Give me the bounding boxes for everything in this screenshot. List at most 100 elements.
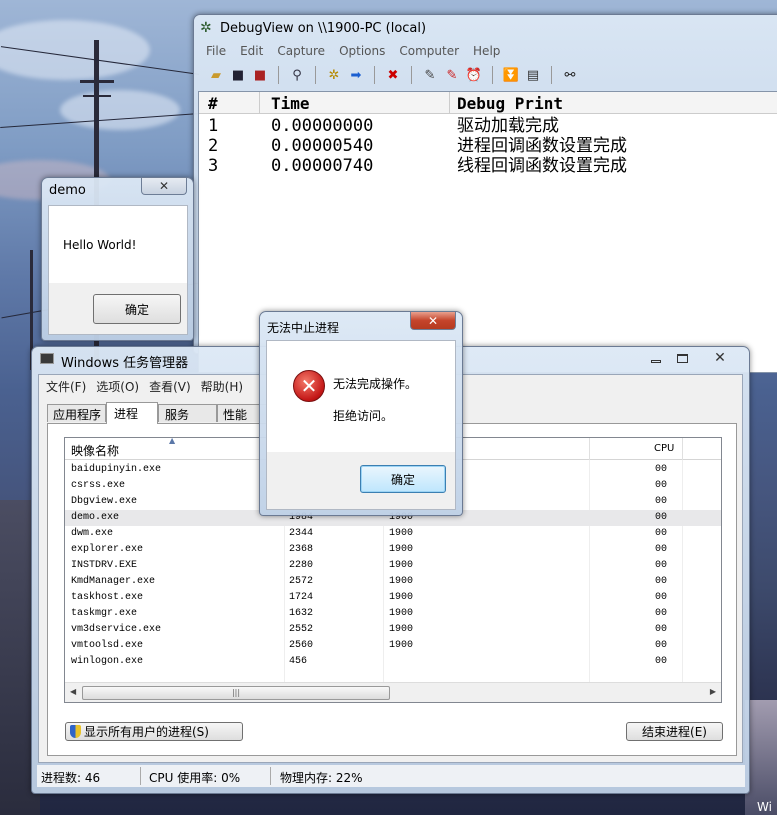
close-icon: ✕ xyxy=(427,313,439,328)
save-log-icon[interactable]: ■ xyxy=(250,65,270,85)
menu-file[interactable]: 文件(F) xyxy=(39,378,91,395)
col-time[interactable]: Time xyxy=(271,94,310,113)
error-close-button[interactable]: ✕ xyxy=(410,312,456,330)
clear-icon[interactable]: ✖ xyxy=(383,65,403,85)
process-pid-cell: 1724 xyxy=(289,592,314,603)
process-pid-cell: 2572 xyxy=(289,576,314,587)
process-cpu-cell: 00 xyxy=(655,480,668,491)
process-name-cell: taskhost.exe xyxy=(71,592,144,603)
maximize-icon xyxy=(676,353,688,363)
process-user-cell: 1900 xyxy=(389,592,414,603)
process-cpu-cell: 00 xyxy=(655,544,668,555)
debug-print-cell: 线程回调函数设置完成 xyxy=(457,156,627,176)
status-memory: 物理内存: 22% xyxy=(280,771,363,785)
process-pid-cell: 1632 xyxy=(289,608,314,619)
taskmgr-close-button[interactable]: ✕ xyxy=(699,349,741,367)
menu-file[interactable]: File xyxy=(199,44,233,58)
minimize-button[interactable] xyxy=(643,349,669,367)
highlight-icon[interactable]: ✎ xyxy=(442,65,462,85)
process-name-cell: explorer.exe xyxy=(71,544,144,555)
process-user-cell: 1900 xyxy=(389,624,414,635)
process-row[interactable]: dwm.exe 2344 1900 00 xyxy=(65,526,721,542)
process-row[interactable]: vm3dservice.exe 2552 1900 00 xyxy=(65,622,721,638)
error-detail: 拒绝访问。 xyxy=(333,409,394,423)
autoscroll-icon[interactable]: ➡ xyxy=(346,65,366,85)
debug-print-cell: 进程回调函数设置完成 xyxy=(457,136,627,156)
error-ok-button[interactable]: 确定 xyxy=(360,465,446,493)
process-cpu-cell: 00 xyxy=(655,464,668,475)
process-pid-cell: 2344 xyxy=(289,528,314,539)
scroll-thumb[interactable]: ||| xyxy=(82,686,390,700)
debugview-header: # Time Debug Print xyxy=(199,92,777,114)
tab-services[interactable]: 服务 xyxy=(158,404,217,422)
menu-options[interactable]: 选项(O) xyxy=(91,378,144,395)
scroll-left-icon[interactable]: ◀ xyxy=(70,687,76,696)
col-cpu[interactable]: CPU xyxy=(654,443,674,454)
process-row[interactable]: taskmgr.exe 1632 1900 00 xyxy=(65,606,721,622)
menu-computer[interactable]: Computer xyxy=(392,44,466,58)
process-row[interactable]: taskhost.exe 1724 1900 00 xyxy=(65,590,721,606)
menu-help[interactable]: Help xyxy=(466,44,507,58)
process-cpu-cell: 00 xyxy=(655,656,668,667)
debug-time-cell: 0.00000540 xyxy=(271,136,374,156)
process-name-cell: INSTDRV.EXE xyxy=(71,560,138,571)
show-all-users-button[interactable]: 显示所有用户的进程(S) xyxy=(65,722,243,741)
process-pid-cell: 2368 xyxy=(289,544,314,555)
sort-arrow-icon: ▲ xyxy=(169,437,176,445)
demo-close-button[interactable]: ✕ xyxy=(141,178,187,195)
menu-capture[interactable]: Capture xyxy=(270,44,332,58)
demo-message: Hello World! xyxy=(63,238,137,252)
horizontal-scrollbar[interactable]: ◀ ||| ▶ xyxy=(65,682,721,702)
close-icon: ✕ xyxy=(158,179,170,193)
debug-num-cell: 2 xyxy=(208,136,219,156)
properties-icon[interactable]: ▤ xyxy=(523,65,543,85)
process-pid-cell: 2560 xyxy=(289,640,314,651)
binoculars-icon[interactable]: ⚯ xyxy=(560,65,580,85)
process-name-cell: Dbgview.exe xyxy=(71,496,138,507)
process-cpu-cell: 00 xyxy=(655,624,668,635)
process-user-cell: 1900 xyxy=(389,528,414,539)
col-debug-print[interactable]: Debug Print xyxy=(457,94,563,113)
tab-processes[interactable]: 进程 xyxy=(106,402,158,424)
capture-icon[interactable]: ✲ xyxy=(324,65,344,85)
error-message: 无法完成操作。 xyxy=(333,377,418,391)
tab-applications[interactable]: 应用程序 xyxy=(47,404,106,422)
col-num[interactable]: # xyxy=(208,94,218,113)
process-row[interactable]: INSTDRV.EXE 2280 1900 00 xyxy=(65,558,721,574)
process-pid-cell: 2280 xyxy=(289,560,314,571)
process-cpu-cell: 00 xyxy=(655,608,668,619)
process-row[interactable]: KmdManager.exe 2572 1900 00 xyxy=(65,574,721,590)
menu-options[interactable]: Options xyxy=(332,44,392,58)
menu-view[interactable]: 查看(V) xyxy=(144,378,196,395)
clock-icon[interactable]: ⏰ xyxy=(464,65,484,85)
process-row[interactable]: vmtoolsd.exe 2560 1900 00 xyxy=(65,638,721,654)
find-icon[interactable]: ⚲ xyxy=(287,65,307,85)
process-user-cell: 1900 xyxy=(389,576,414,587)
process-cpu-cell: 00 xyxy=(655,576,668,587)
save-icon[interactable]: ■ xyxy=(228,65,248,85)
process-name-cell: winlogon.exe xyxy=(71,656,144,667)
demo-window: demo ✕ Hello World! 确定 xyxy=(41,177,194,341)
filter-icon[interactable]: ✎ xyxy=(420,65,440,85)
debugview-toolbar: ▰ ■ ■ ⚲ ✲ ➡ ✖ ✎ ✎ ⏰ ⏬ ▤ ⚯ xyxy=(206,65,580,85)
toolbar-separator xyxy=(315,66,316,84)
toolbar-separator xyxy=(278,66,279,84)
maximize-button[interactable] xyxy=(669,349,695,367)
end-process-button[interactable]: 结束进程(E) xyxy=(626,722,723,741)
process-name-cell: taskmgr.exe xyxy=(71,608,138,619)
col-image-name[interactable]: 映像名称 xyxy=(71,442,119,459)
process-user-cell: 1900 xyxy=(389,560,414,571)
demo-ok-button[interactable]: 确定 xyxy=(93,294,181,324)
process-user-cell: 1900 xyxy=(389,640,414,651)
uac-shield-icon xyxy=(70,725,81,738)
process-row[interactable]: winlogon.exe 456 00 xyxy=(65,654,721,670)
scroll-right-icon[interactable]: ▶ xyxy=(710,687,716,696)
debug-num-cell: 1 xyxy=(208,116,219,136)
process-cpu-cell: 00 xyxy=(655,560,668,571)
history-depth-icon[interactable]: ⏬ xyxy=(501,65,521,85)
process-pid-cell: 456 xyxy=(289,656,308,667)
menu-help[interactable]: 帮助(H) xyxy=(196,378,248,395)
menu-edit[interactable]: Edit xyxy=(233,44,270,58)
process-row[interactable]: explorer.exe 2368 1900 00 xyxy=(65,542,721,558)
open-icon[interactable]: ▰ xyxy=(206,65,226,85)
